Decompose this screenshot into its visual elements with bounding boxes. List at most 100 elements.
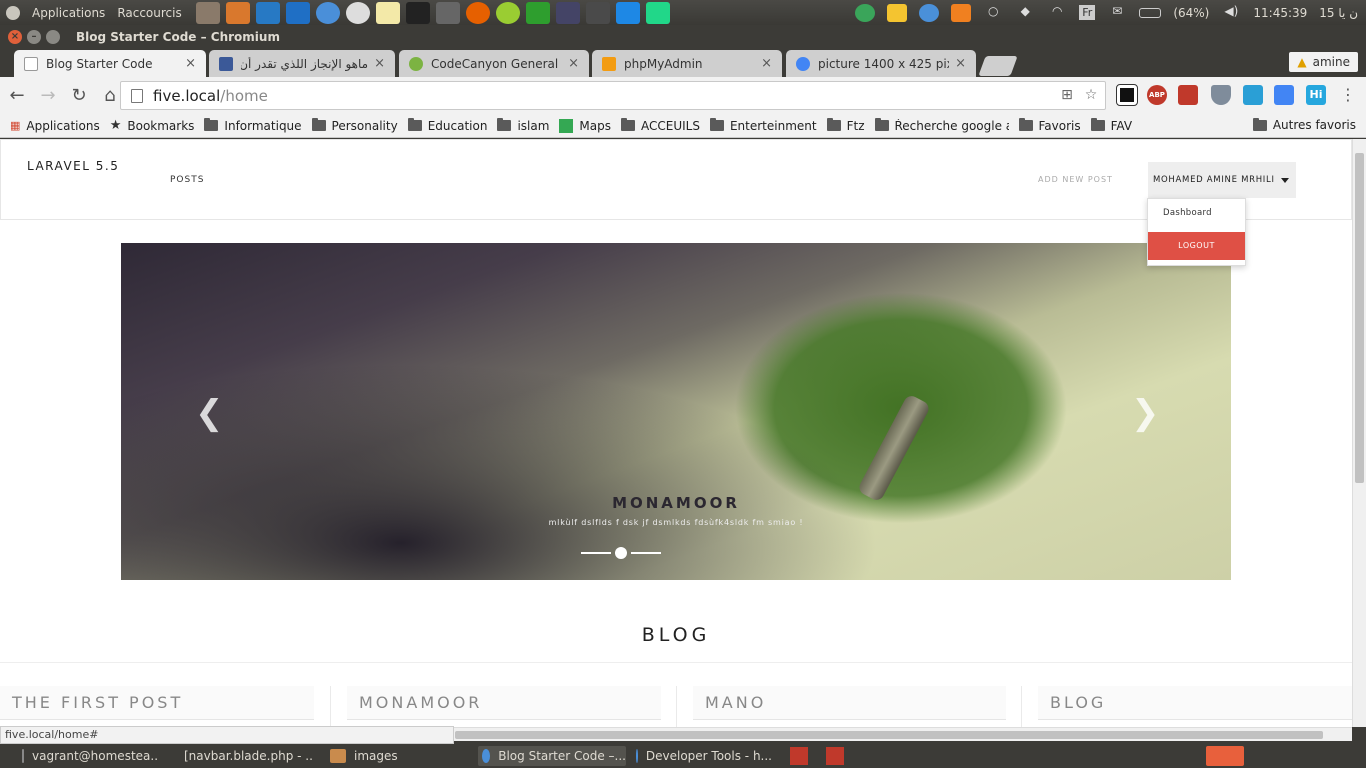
site-brand[interactable]: LARAVEL 5.5	[27, 159, 119, 173]
task-files[interactable]: images	[326, 746, 466, 766]
tab-facebook[interactable]: ماهو الإنجاز اللذي تقدر أن ي ×	[209, 50, 395, 77]
opera-app-icon[interactable]	[345, 1, 370, 24]
carousel-indicator-3[interactable]	[631, 552, 661, 554]
chrome-menu-icon[interactable]: ⋮	[1338, 85, 1358, 105]
window-close-icon[interactable]: ×	[8, 29, 22, 44]
vertical-scrollbar[interactable]	[1352, 139, 1366, 727]
volume-icon[interactable]: ◀)	[1221, 4, 1241, 22]
bookmark-enterteinment[interactable]: Enterteinment	[709, 118, 817, 133]
carousel-indicator-2[interactable]	[615, 547, 627, 559]
writer-app-icon[interactable]	[615, 1, 640, 24]
clock[interactable]: 11:45:39	[1253, 6, 1307, 20]
bookmark-favoris[interactable]: Favoris	[1018, 118, 1081, 133]
firefox-app-icon[interactable]	[465, 1, 490, 24]
translate-icon[interactable]: ⊞	[1059, 87, 1075, 103]
vlc-tray-icon[interactable]	[951, 3, 972, 22]
window-maximize-icon[interactable]	[46, 29, 60, 44]
bookmark-maps[interactable]: Maps	[559, 118, 611, 133]
notes-app-icon[interactable]	[375, 1, 400, 24]
back-arrow-icon[interactable]: ←	[3, 82, 31, 110]
scrollbar-thumb[interactable]	[1355, 153, 1364, 483]
window-minimize-icon[interactable]: –	[27, 29, 41, 44]
post-card[interactable]: THE FIRST POST	[0, 686, 329, 727]
date-display[interactable]: ن يا 15	[1319, 6, 1358, 20]
bookmark-informatique[interactable]: Informatique	[204, 118, 302, 133]
pocket-extension-icon[interactable]	[1178, 85, 1198, 105]
tab-close-icon[interactable]: ×	[374, 56, 385, 71]
task-devtools[interactable]: Developer Tools - h...	[632, 746, 772, 766]
carousel-next-icon[interactable]: ❯	[1131, 393, 1160, 433]
post-title[interactable]: THE FIRST POST	[0, 686, 314, 720]
check-app-icon[interactable]	[525, 1, 550, 24]
bookmark-islam[interactable]: islam	[497, 118, 549, 133]
app-launcher-icon[interactable]	[195, 1, 220, 24]
nav-posts-link[interactable]: POSTS	[170, 175, 204, 185]
tab-manager-extension-icon[interactable]	[1243, 85, 1263, 105]
show-desktop-icon[interactable]	[1206, 746, 1244, 766]
nav-add-post-link[interactable]: ADD NEW POST	[1038, 175, 1113, 184]
tasks-app-icon[interactable]	[495, 1, 520, 24]
sync-tray-icon[interactable]	[919, 3, 940, 22]
bookmark-other[interactable]: Autres favoris	[1252, 117, 1356, 132]
lightbulb-tray-icon[interactable]: ○	[983, 4, 1003, 22]
tab-close-icon[interactable]: ×	[185, 56, 196, 71]
menu-applications[interactable]: Applications	[32, 6, 105, 20]
post-card[interactable]: BLOG	[1021, 686, 1352, 727]
database-app-icon[interactable]	[555, 1, 580, 24]
hi-extension-icon[interactable]: Hi	[1306, 85, 1326, 105]
tab-codecanyon[interactable]: CodeCanyon General File F ×	[399, 50, 589, 77]
bookmark-recherche-google[interactable]: Ŕecherche google a b	[874, 118, 1009, 133]
workspace-switcher-icon[interactable]	[826, 747, 844, 765]
profile-button[interactable]: ▲ amine	[1289, 52, 1358, 72]
reload-icon[interactable]: ↻	[65, 82, 93, 110]
battery-icon[interactable]	[1139, 7, 1162, 18]
user-dropdown-toggle[interactable]: MOHAMED AMINE MRHILI	[1148, 162, 1296, 198]
shield-extension-icon[interactable]	[1211, 85, 1231, 105]
tab-google-search[interactable]: picture 1400 x 425 pixels - ×	[786, 50, 976, 77]
bookmark-bookmarks[interactable]: ★ Bookmarks	[110, 118, 195, 133]
workspace-switcher-icon[interactable]	[790, 747, 808, 765]
mail-tray-icon[interactable]: ✉	[1107, 4, 1127, 22]
tab-close-icon[interactable]: ×	[568, 56, 579, 71]
dropdown-logout-button[interactable]: LOGOUT	[1148, 232, 1245, 260]
chromium-app-icon[interactable]	[315, 1, 340, 24]
bookmark-acceuils[interactable]: ACCEUILS	[621, 118, 700, 133]
gimp-app-icon[interactable]	[435, 1, 460, 24]
ubuntu-menu-icon[interactable]	[6, 5, 20, 20]
folder-app-icon[interactable]	[225, 1, 250, 24]
adblock-icon[interactable]: ABP	[1147, 85, 1167, 105]
post-title[interactable]: MANO	[693, 686, 1006, 720]
carousel-prev-icon[interactable]: ❮	[195, 393, 224, 433]
new-tab-button[interactable]	[978, 56, 1018, 76]
dropbox-tray-icon[interactable]: ◆	[1015, 4, 1035, 22]
task-vscode[interactable]: [navbar.blade.php - ...	[172, 746, 312, 766]
task-chromium-blog[interactable]: Blog Starter Code –...	[478, 746, 626, 766]
sublime-app-icon[interactable]	[585, 1, 610, 24]
vscode-app-icon[interactable]	[255, 1, 280, 24]
pycharm-app-icon[interactable]	[645, 1, 670, 24]
post-card[interactable]: MONAMOOR	[330, 686, 676, 727]
bookmark-applications[interactable]: ▦ Applications	[10, 119, 100, 133]
forward-arrow-icon[interactable]: →	[34, 82, 62, 110]
scrollbar-thumb[interactable]	[455, 731, 1323, 739]
screen-app-icon[interactable]	[285, 1, 310, 24]
task-terminal[interactable]: vagrant@homestea...	[18, 746, 158, 766]
post-card[interactable]: MANO	[676, 686, 1021, 727]
tab-close-icon[interactable]: ×	[955, 56, 966, 71]
inkscape-app-icon[interactable]	[405, 1, 430, 24]
bookmark-fav[interactable]: FAV	[1090, 118, 1132, 133]
post-title[interactable]: BLOG	[1038, 686, 1352, 720]
menu-shortcuts[interactable]: Raccourcis	[117, 6, 181, 20]
bookmark-personality[interactable]: Personality	[311, 118, 398, 133]
google-translate-extension-icon[interactable]	[1274, 85, 1294, 105]
address-bar[interactable]: five.local/home ⊞ ☆	[120, 81, 1106, 110]
dropdown-dashboard-link[interactable]: Dashboard	[1163, 208, 1260, 218]
extension-box-icon[interactable]	[1116, 84, 1138, 106]
tab-close-icon[interactable]: ×	[761, 56, 772, 71]
tab-blog-starter[interactable]: Blog Starter Code ×	[14, 50, 206, 77]
page-info-icon[interactable]	[131, 88, 143, 103]
bookmark-ftz[interactable]: Ftz	[826, 118, 865, 133]
tab-phpmyadmin[interactable]: phpMyAdmin ×	[592, 50, 782, 77]
pokemon-tray-icon[interactable]	[887, 3, 908, 22]
carousel-indicator-1[interactable]	[581, 552, 611, 554]
